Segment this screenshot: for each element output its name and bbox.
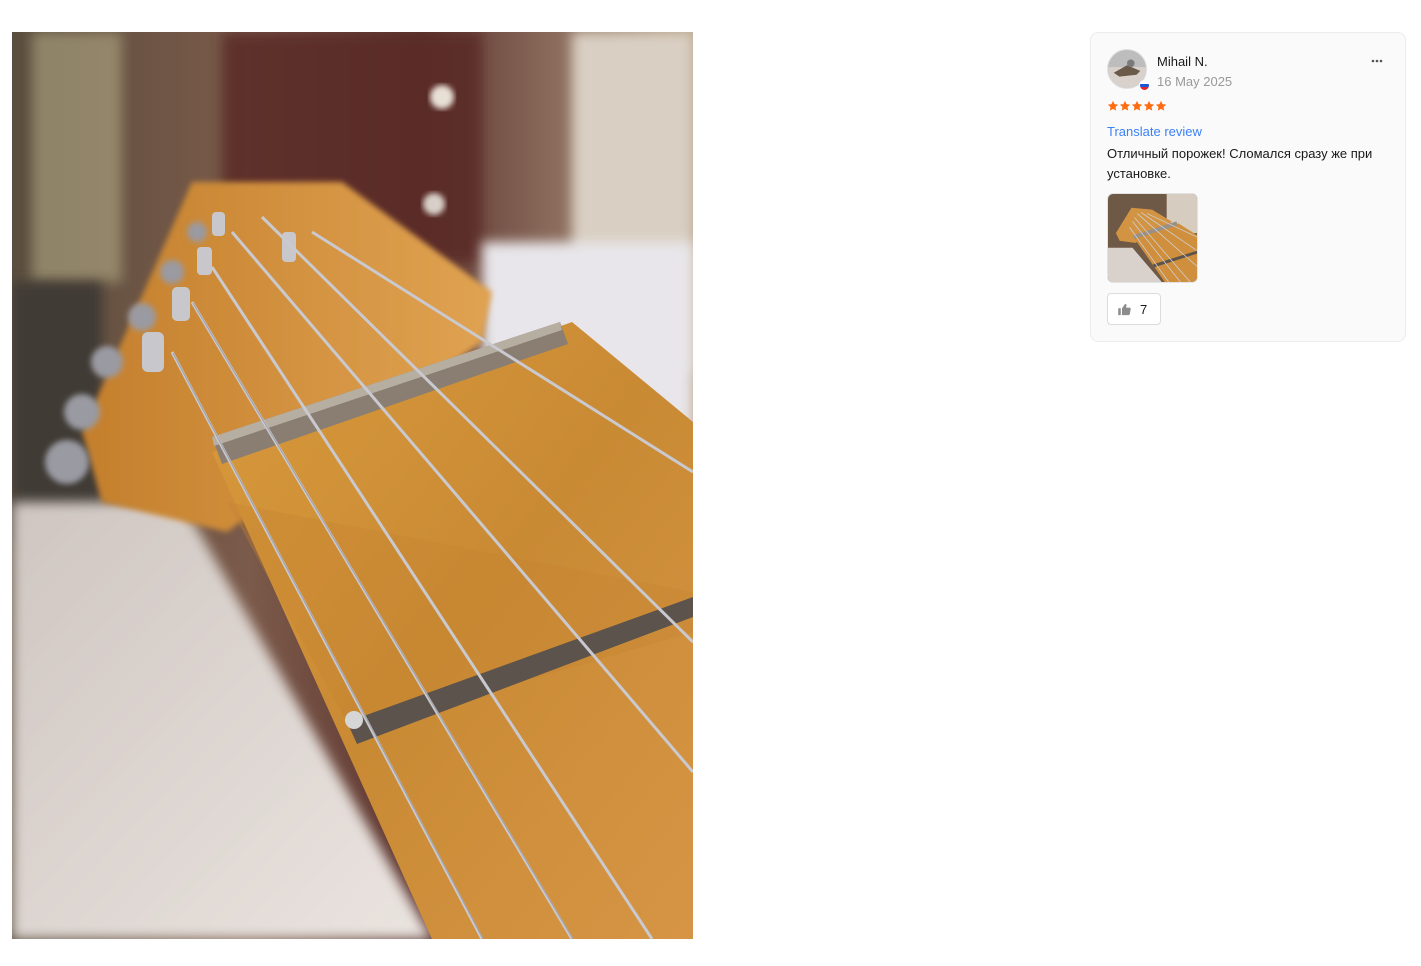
review-text: Отличный порожек! Сломался сразу же при … (1107, 146, 1373, 181)
star-icon (1107, 100, 1119, 111)
thumbs-up-icon (1118, 303, 1131, 315)
reviewer-avatar-group (1107, 49, 1150, 91)
guitar-thumbnail-image (1108, 194, 1197, 282)
review-date: 16 May 2025 (1157, 74, 1233, 89)
guitar-photo (12, 32, 693, 939)
review-photo-thumbnail[interactable] (1107, 193, 1198, 283)
more-options-button[interactable] (1367, 53, 1387, 69)
star-icon (1119, 100, 1131, 111)
main-review-photo (12, 32, 693, 939)
star-icon (1143, 100, 1155, 111)
helpful-count: 7 (1140, 301, 1148, 317)
star-icon (1131, 100, 1143, 111)
review-card: Mihail N. 16 May 2025 Translate review О… (1090, 32, 1406, 342)
star-icon (1155, 100, 1167, 111)
translate-review-link[interactable]: Translate review (1107, 124, 1202, 139)
more-dots-icon (1371, 59, 1383, 63)
reviewer-name: Mihail N. (1157, 54, 1208, 69)
helpful-button[interactable]: 7 (1107, 293, 1161, 325)
star-rating (1107, 100, 1167, 112)
russia-flag-icon (1139, 80, 1150, 91)
